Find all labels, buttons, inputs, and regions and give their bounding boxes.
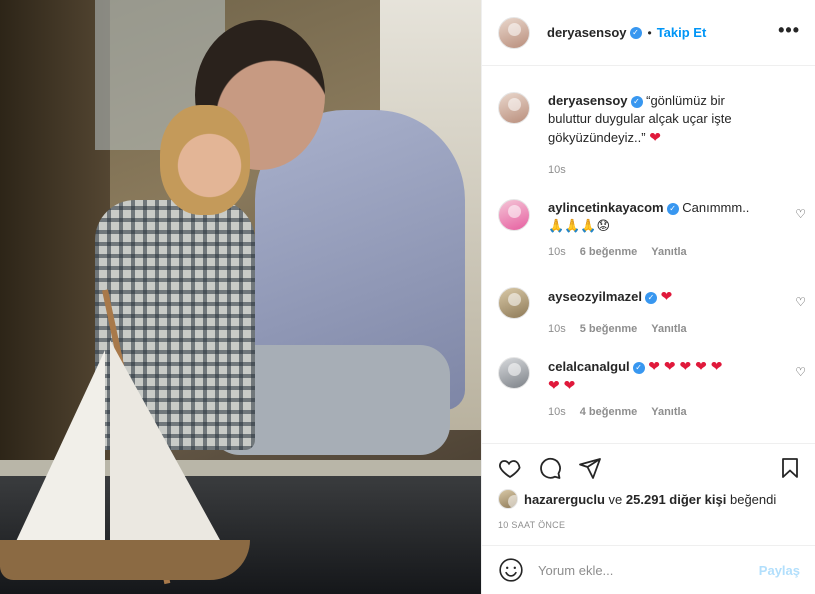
avatar[interactable]: [498, 16, 530, 49]
comment-row: celalcanalgul ✓ ❤ ❤ ❤ ❤ ❤ ❤ ❤ 10s 4 beğen…: [498, 357, 798, 421]
save-bookmark-icon[interactable]: [778, 456, 802, 480]
avatar[interactable]: [498, 92, 530, 124]
share-direct-icon[interactable]: [578, 456, 602, 480]
comment-time: 10s: [548, 246, 566, 258]
post-timestamp[interactable]: 10 SAAT ÖNCE: [498, 520, 565, 530]
comment-like-heart-icon[interactable]: ♡: [795, 207, 806, 221]
caption-username[interactable]: deryasensoy: [548, 93, 628, 108]
more-options-icon[interactable]: •••: [778, 21, 800, 39]
comment-bar: Paylaş: [482, 545, 815, 594]
comment-bubble-icon[interactable]: [538, 456, 562, 480]
comment-username[interactable]: aylincetinkayacom: [548, 200, 664, 215]
photo-boat-sail: [5, 350, 105, 565]
emoji-smiley-icon[interactable]: [498, 557, 524, 583]
follow-button[interactable]: Takip Et: [657, 25, 707, 40]
avatar[interactable]: [498, 357, 530, 389]
caption-row: deryasensoy ✓ “gönlümüz bir buluttur duyg…: [498, 92, 798, 179]
likes-connector: ve: [608, 491, 623, 507]
comment-like-heart-icon[interactable]: ♡: [795, 365, 806, 379]
red-heart-icon: ❤: [660, 288, 673, 304]
verified-badge-icon: ✓: [666, 202, 679, 215]
post-comment-button[interactable]: Paylaş: [759, 563, 800, 578]
like-heart-icon[interactable]: [498, 456, 522, 480]
red-heart-icon: ❤: [649, 129, 661, 145]
avatar[interactable]: [498, 489, 518, 509]
comment-like-heart-icon[interactable]: ♡: [795, 295, 806, 309]
comment-time: 10s: [548, 406, 566, 418]
verified-badge-icon: ✓: [644, 291, 657, 304]
comment-likes[interactable]: 4 beğenme: [580, 403, 637, 421]
reply-button[interactable]: Yanıtla: [651, 320, 686, 338]
red-heart-icon: ❤ ❤: [548, 377, 576, 393]
comment-username[interactable]: celalcanalgul: [548, 359, 630, 374]
post-header: deryasensoy ✓ • Takip Et •••: [482, 0, 815, 66]
comment-text: Canımmm..: [682, 200, 750, 215]
likes-count[interactable]: 25.291 diğer kişi: [626, 492, 726, 507]
photo-girl-head: [160, 105, 250, 215]
comment-time: 10s: [548, 323, 566, 335]
post-photo[interactable]: [0, 0, 481, 594]
comment-likes[interactable]: 5 beğenme: [580, 320, 637, 338]
header-separator: •: [647, 25, 652, 40]
action-bar: [482, 443, 815, 493]
photo-boat-hull: [0, 540, 250, 580]
likes-summary: hazarerguclu ve 25.291 diğer kişi beğend…: [498, 489, 776, 509]
comment-emoji: 🙏🙏🙏😟: [548, 218, 611, 233]
caption-time: 10s: [548, 164, 566, 176]
red-heart-icon: ❤ ❤ ❤ ❤ ❤: [648, 358, 723, 374]
avatar[interactable]: [498, 287, 530, 319]
header-username[interactable]: deryasensoy: [547, 25, 627, 40]
verified-badge-icon: ✓: [629, 26, 642, 39]
comment-row: aylincetinkayacom ✓ Canımmm.. 🙏🙏🙏😟 10s 6 …: [498, 199, 798, 261]
likes-suffix: beğendi: [729, 491, 777, 507]
caption-text: deryasensoy ✓ “gönlümüz bir buluttur duyg…: [548, 92, 768, 147]
comment-row: ayseozyilmazel ✓ ❤ 10s 5 beğenme Yanıtla: [498, 287, 798, 338]
liker-username[interactable]: hazarerguclu: [524, 492, 605, 507]
comments-list[interactable]: deryasensoy ✓ “gönlümüz bir buluttur duyg…: [482, 67, 815, 443]
comment-input[interactable]: [538, 562, 748, 578]
post-side-panel: deryasensoy ✓ • Takip Et ••• deryasensoy…: [481, 0, 815, 594]
photo-boat-sail: [110, 340, 220, 540]
reply-button[interactable]: Yanıtla: [651, 403, 686, 421]
reply-button[interactable]: Yanıtla: [651, 243, 686, 261]
avatar[interactable]: [498, 199, 530, 231]
comment-username[interactable]: ayseozyilmazel: [548, 289, 642, 304]
verified-badge-icon: ✓: [630, 95, 643, 108]
comment-likes[interactable]: 6 beğenme: [580, 243, 637, 261]
verified-badge-icon: ✓: [632, 361, 645, 374]
